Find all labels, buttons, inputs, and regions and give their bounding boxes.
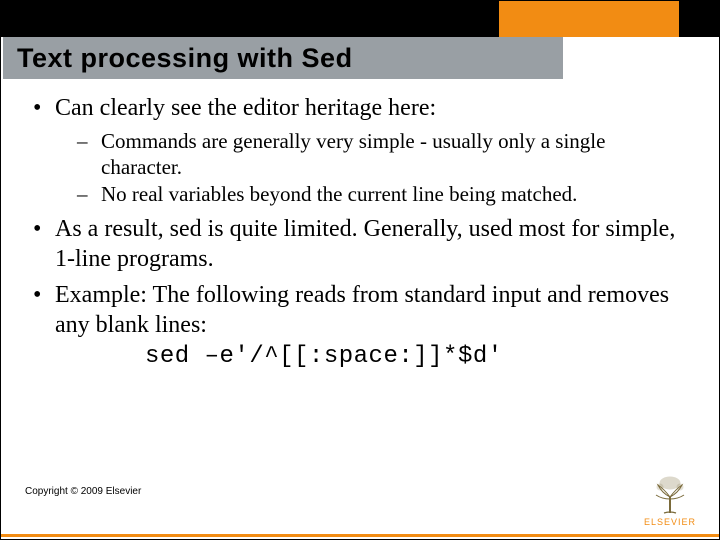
footer-accent-bar: [1, 534, 719, 537]
bullet-list: Can clearly see the editor heritage here…: [29, 93, 691, 372]
code-example: sed –e'/^[[:space:]]*$d': [55, 342, 691, 372]
sub-bullet-text: No real variables beyond the current lin…: [101, 182, 577, 206]
bullet-item: Example: The following reads from standa…: [29, 280, 691, 372]
bullet-text: As a result, sed is quite limited. Gener…: [55, 216, 675, 272]
title-bar: Text processing with Sed: [3, 37, 563, 79]
sub-bullet-item: No real variables beyond the current lin…: [55, 182, 691, 208]
content-area: Can clearly see the editor heritage here…: [29, 93, 691, 378]
header-orange-block: [499, 1, 679, 37]
bullet-item: As a result, sed is quite limited. Gener…: [29, 214, 691, 274]
bullet-text: Example: The following reads from standa…: [55, 282, 669, 338]
slide-title: Text processing with Sed: [17, 43, 353, 74]
publisher-name: ELSEVIER: [639, 517, 701, 527]
elsevier-tree-icon: [648, 475, 692, 515]
sub-bullet-item: Commands are generally very simple - usu…: [55, 129, 691, 180]
publisher-logo: ELSEVIER: [639, 475, 701, 527]
copyright-text: Copyright © 2009 Elsevier: [25, 486, 141, 497]
slide: Text processing with Sed Can clearly see…: [0, 0, 720, 540]
bullet-text: Can clearly see the editor heritage here…: [55, 95, 436, 121]
sub-bullet-list: Commands are generally very simple - usu…: [55, 129, 691, 208]
sub-bullet-text: Commands are generally very simple - usu…: [101, 129, 605, 179]
bullet-item: Can clearly see the editor heritage here…: [29, 93, 691, 208]
